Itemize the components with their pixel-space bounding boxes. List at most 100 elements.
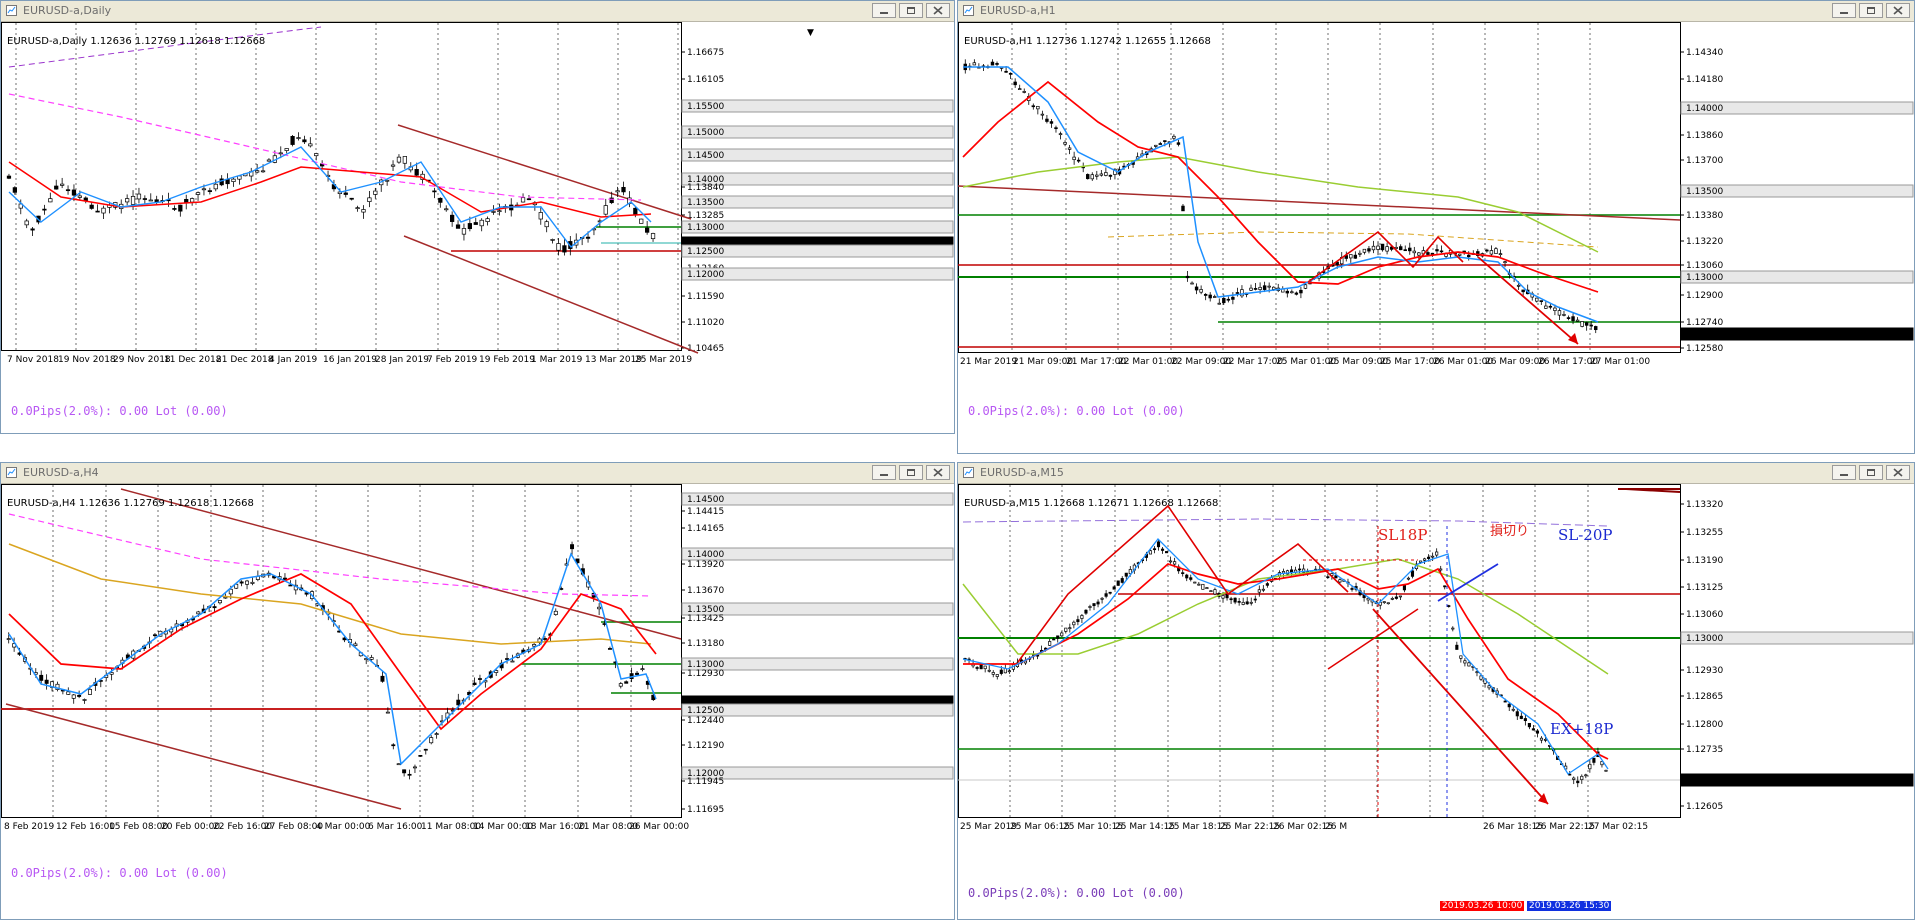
price-axis-label: 1.11590 bbox=[687, 292, 724, 302]
price-axis-label: 1.12800 bbox=[1686, 720, 1723, 730]
candle-body bbox=[148, 199, 153, 202]
candle-body bbox=[1116, 580, 1120, 586]
restore-button[interactable] bbox=[1859, 3, 1883, 18]
candle-body bbox=[1457, 253, 1462, 256]
candle-body bbox=[1040, 113, 1045, 116]
candle-body bbox=[1568, 773, 1572, 776]
candle-body bbox=[1008, 72, 1013, 75]
time-axis-label: 21 Mar 2019 bbox=[960, 357, 1017, 367]
candle-body bbox=[48, 198, 53, 203]
chart-window-daily[interactable]: EURUSD-a,Daily 7 Nov 2018 19 Nov 2018 29 N… bbox=[0, 0, 955, 434]
time-axis-label: 15 Feb 08:00 bbox=[109, 822, 168, 832]
candle-body bbox=[1221, 595, 1225, 599]
chart-window-m15[interactable]: EURUSD-a,M15 25 Mar 2019 25 Mar 06:15 25 M… bbox=[957, 462, 1915, 920]
candle-body bbox=[1088, 606, 1092, 608]
chart-plot-area[interactable]: 8 Feb 2019 12 Feb 16:00 15 Feb 08:00 20 Feb… bbox=[1, 484, 954, 919]
minimize-button[interactable] bbox=[872, 465, 896, 480]
window-title: EURUSD-a,H1 bbox=[980, 4, 1056, 17]
price-chart[interactable]: 21 Mar 201921 Mar 09:0021 Mar 17:0022 Ma… bbox=[958, 22, 1914, 453]
price-chart[interactable]: 25 Mar 201925 Mar 06:1525 Mar 10:1525 Ma… bbox=[958, 484, 1914, 919]
price-axis-label: 1.12735 bbox=[1686, 745, 1723, 755]
candle-body bbox=[1580, 321, 1584, 327]
chart-plot-area[interactable]: 7 Nov 2018 19 Nov 2018 29 Nov 2018 11 Dec 2… bbox=[1, 22, 954, 433]
candle-body bbox=[479, 219, 484, 227]
price-axis-label: 1.15000 bbox=[687, 128, 724, 138]
price-chart[interactable]: 7 Nov 2018 19 Nov 201829 Nov 201811 Dec 2… bbox=[1, 22, 954, 433]
candle-body bbox=[520, 197, 526, 203]
restore-button[interactable] bbox=[899, 465, 923, 480]
close-button[interactable] bbox=[1886, 3, 1910, 18]
minimize-icon bbox=[1840, 12, 1848, 14]
chart-plot-area[interactable]: 25 Mar 2019 25 Mar 06:15 25 Mar 10:15 25 Ma… bbox=[958, 484, 1914, 919]
candle-body bbox=[1516, 284, 1521, 287]
close-button[interactable] bbox=[926, 3, 950, 18]
price-axis-label: 1.14165 bbox=[687, 524, 724, 534]
candle-body bbox=[1148, 550, 1153, 555]
price-axis-label: 1.12668 bbox=[1686, 776, 1723, 786]
candle-body bbox=[1303, 284, 1308, 289]
minimize-button[interactable] bbox=[1832, 465, 1856, 480]
candle-body bbox=[1431, 555, 1435, 558]
candle-body bbox=[621, 186, 626, 193]
candle-body bbox=[1084, 609, 1088, 614]
candle-body bbox=[1543, 738, 1548, 741]
time-axis-label: 25 Mar 14:15 bbox=[1115, 822, 1175, 832]
time-axis-label: 26 Mar 22:15 bbox=[1535, 822, 1595, 832]
price-axis-label: 1.12440 bbox=[687, 716, 724, 726]
chart-window-h1[interactable]: EURUSD-a,H1 21 Mar 2019 21 Mar 09:00 21 Ma… bbox=[957, 0, 1915, 454]
chart-window-h4[interactable]: EURUSD-a,H4 8 Feb 2019 12 Feb 16:00 15 Feb… bbox=[0, 462, 955, 920]
close-button[interactable] bbox=[1886, 465, 1910, 480]
candle-body bbox=[1233, 597, 1237, 603]
symbol-header: EURUSD-a,H1 1.12736 1.12742 1.12655 1.12… bbox=[964, 36, 1211, 47]
candle-body bbox=[1108, 174, 1113, 177]
candle-body bbox=[1367, 248, 1371, 252]
candle-body bbox=[1209, 590, 1213, 593]
restore-button[interactable] bbox=[1859, 465, 1883, 480]
minimize-button[interactable] bbox=[872, 3, 896, 18]
time-axis-label: 22 Mar 01:00 bbox=[1118, 357, 1178, 367]
window-title: EURUSD-a,H4 bbox=[23, 466, 99, 479]
candle-body bbox=[1521, 289, 1525, 293]
candle-body bbox=[485, 218, 490, 222]
price-axis-label: 1.13840 bbox=[687, 183, 724, 193]
candle-body bbox=[1199, 289, 1203, 293]
candle-body bbox=[1494, 248, 1498, 254]
window-titlebar[interactable]: EURUSD-a,M15 bbox=[958, 463, 1914, 484]
time-axis-label: 7 Nov 2018 bbox=[7, 355, 59, 365]
candle-body bbox=[1176, 142, 1181, 145]
candle-body bbox=[1507, 703, 1511, 708]
close-button[interactable] bbox=[926, 465, 950, 480]
candle-body bbox=[467, 223, 472, 230]
candle-body bbox=[6, 175, 12, 179]
candle-body bbox=[1193, 581, 1197, 584]
candle-body bbox=[217, 600, 222, 604]
time-axis-label: 19 Feb 2019 bbox=[479, 355, 535, 365]
candle-body bbox=[975, 667, 979, 669]
candle-body bbox=[196, 611, 201, 615]
restore-button[interactable] bbox=[899, 3, 923, 18]
candle-body bbox=[44, 679, 49, 684]
minimize-icon bbox=[1840, 474, 1848, 476]
minimize-button[interactable] bbox=[1832, 3, 1856, 18]
candle-body bbox=[1017, 88, 1022, 90]
price-axis-label: 1.13500 bbox=[1686, 187, 1723, 197]
price-chart[interactable]: 8 Feb 2019 12 Feb 16:0015 Feb 08:0020 Feb… bbox=[1, 484, 954, 919]
window-titlebar[interactable]: EURUSD-a,H4 bbox=[1, 463, 954, 484]
candle-body bbox=[39, 674, 44, 681]
symbol-header: EURUSD-a,Daily 1.12636 1.12769 1.12618 1… bbox=[7, 36, 266, 47]
candle-body bbox=[645, 227, 650, 233]
price-axis-label: 1.16105 bbox=[687, 75, 724, 85]
candle-body bbox=[1229, 598, 1233, 601]
window-titlebar[interactable]: EURUSD-a,Daily bbox=[1, 1, 954, 22]
candle-body bbox=[12, 187, 17, 193]
candle-body bbox=[1249, 287, 1253, 291]
window-titlebar[interactable]: EURUSD-a,H1 bbox=[958, 1, 1914, 22]
chart-plot-area[interactable]: 21 Mar 2019 21 Mar 09:00 21 Mar 17:00 22 Ma… bbox=[958, 22, 1914, 453]
candle-body bbox=[1584, 322, 1589, 326]
candle-body bbox=[1503, 700, 1507, 703]
candle-body bbox=[1072, 156, 1076, 161]
time-axis-label: 8 Feb 2019 bbox=[4, 822, 55, 832]
chart-shift-icon[interactable]: ▼ bbox=[807, 28, 814, 38]
candle-body bbox=[1439, 568, 1443, 571]
candle-body bbox=[1592, 757, 1596, 763]
